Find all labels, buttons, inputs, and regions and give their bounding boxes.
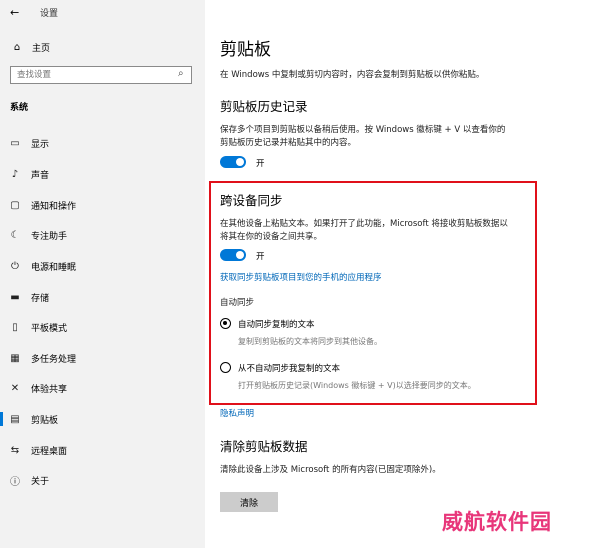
power-icon: ⏻ [11, 260, 19, 272]
moon-icon: ☾ [10, 229, 20, 241]
sidebar-item-label: 主页 [32, 43, 51, 54]
sidebar-item-home[interactable]: ⌂ 主页 [10, 40, 50, 54]
sidebar-item-remote-desktop[interactable]: ⇆ 远程桌面 [0, 441, 205, 459]
remote-desktop-icon: ⇆ [10, 444, 20, 456]
clipboard-icon: ▤ [10, 413, 20, 425]
sidebar-item-label: 显示 [31, 139, 50, 150]
sidebar-item-tablet-mode[interactable]: ▯ 平板模式 [0, 318, 205, 336]
sidebar-item-power-sleep[interactable]: ⏻ 电源和睡眠 [0, 257, 205, 275]
clear-button[interactable]: 清除 [220, 492, 278, 512]
sidebar-item-about[interactable]: ⓘ 关于 [0, 471, 205, 489]
sidebar-item-focus-assist[interactable]: ☾ 专注助手 [0, 226, 205, 244]
sidebar-item-storage[interactable]: ▬ 存储 [0, 288, 205, 306]
sidebar-item-display[interactable]: ▭ 显示 [0, 134, 205, 152]
info-icon: ⓘ [10, 476, 20, 488]
home-icon: ⌂ [13, 41, 21, 53]
sidebar-item-clipboard[interactable]: ▤ 剪贴板 [0, 410, 205, 428]
search-icon[interactable]: ⌕ [178, 68, 184, 79]
selection-indicator [0, 412, 3, 426]
display-icon: ▭ [10, 137, 20, 149]
multitasking-icon: ▦ [10, 352, 20, 364]
sidebar-item-label: 远程桌面 [31, 446, 68, 457]
back-arrow-icon[interactable]: ← [10, 6, 19, 19]
sidebar-item-label: 关于 [31, 476, 50, 487]
sidebar-item-label: 电源和睡眠 [31, 262, 77, 273]
sidebar-item-label: 平板模式 [31, 323, 68, 334]
page-title: 剪贴板 [220, 40, 271, 60]
sidebar-item-label: 声音 [31, 170, 50, 181]
page-description: 在 Windows 中复制或剪切内容时，内容会复制到剪贴板以供你粘贴。 [220, 70, 485, 80]
history-toggle[interactable] [220, 156, 246, 168]
sidebar-item-notifications[interactable]: ▢ 通知和操作 [0, 196, 205, 214]
sidebar-item-label: 存储 [31, 293, 50, 304]
sidebar-group-label: 系统 [10, 103, 29, 113]
highlight-box [209, 181, 537, 405]
toggle-knob [236, 158, 244, 166]
storage-icon: ▬ [10, 291, 20, 303]
shared-experiences-icon: ✕ [10, 382, 20, 394]
privacy-link[interactable]: 隐私声明 [220, 407, 254, 419]
clear-description: 清除此设备上涉及 Microsoft 的所有内容(已固定项除外)。 [220, 465, 441, 475]
sidebar-item-multitasking[interactable]: ▦ 多任务处理 [0, 349, 205, 367]
sidebar-item-label: 剪贴板 [31, 415, 59, 426]
watermark: 威航软件园 [442, 509, 552, 534]
history-description: 保存多个项目到剪贴板以备稍后使用。按 Windows 徽标键 + V 以查看你的… [220, 125, 506, 148]
sidebar-item-label: 专注助手 [31, 231, 68, 242]
sidebar-item-label: 通知和操作 [31, 201, 77, 212]
sound-icon: ♪ [11, 168, 19, 180]
sidebar-item-sound[interactable]: ♪ 声音 [0, 165, 205, 183]
app-title: 设置 [40, 9, 59, 19]
sidebar-item-shared-experiences[interactable]: ✕ 体验共享 [0, 379, 205, 397]
sidebar: ← 设置 ⌂ 主页 ⌕ 系统 ▭ 显示 ♪ 声音 ▢ 通知和操作 ☾ 专注助手 … [0, 0, 205, 548]
section-heading-clear: 清除剪贴板数据 [220, 439, 308, 454]
tablet-icon: ▯ [12, 321, 18, 333]
notification-icon: ▢ [10, 199, 20, 211]
sidebar-item-label: 体验共享 [31, 384, 68, 395]
sidebar-item-label: 多任务处理 [31, 354, 77, 365]
history-toggle-label: 开 [256, 159, 265, 169]
search-input[interactable] [10, 66, 192, 84]
section-heading-history: 剪贴板历史记录 [220, 99, 308, 114]
